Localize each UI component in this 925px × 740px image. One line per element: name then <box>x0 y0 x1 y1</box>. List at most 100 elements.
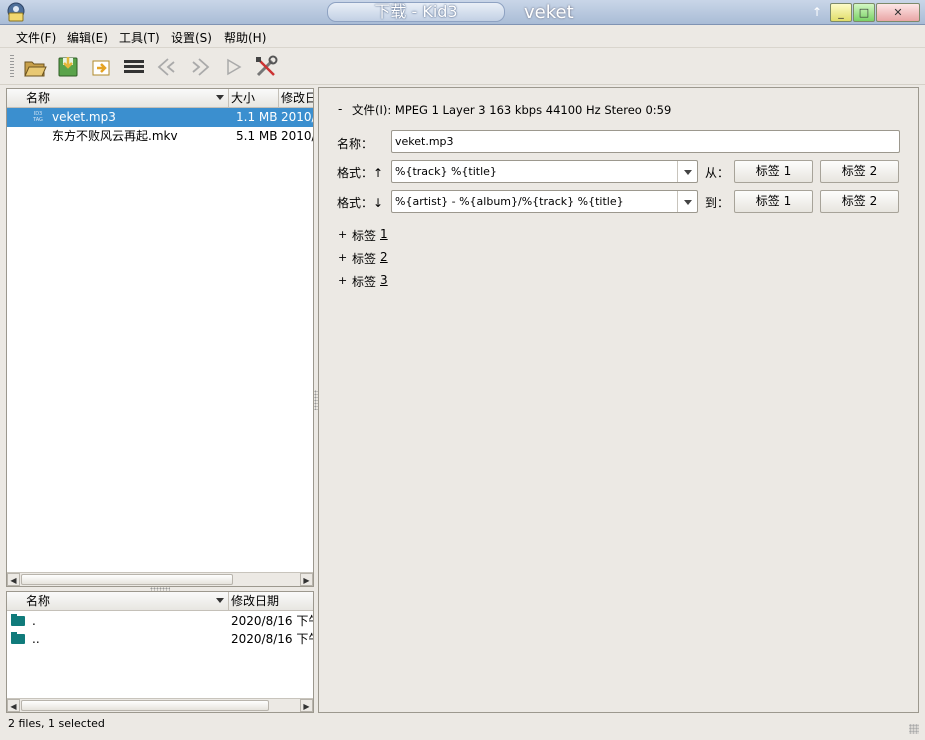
format-to-label: 格式：↓ <box>337 196 384 210</box>
menu-file[interactable]: 文件(F) <box>16 29 56 46</box>
scroll-right-arrow-icon[interactable]: ▶ <box>300 573 313 586</box>
file-row[interactable]: ID3 TAG veket.mp3 1.1 MB 2010/ <box>7 108 313 127</box>
sort-arrow-icon <box>216 598 224 603</box>
column-header-date-label: 修改日 <box>281 91 314 105</box>
menu-help[interactable]: 帮助(H) <box>224 29 266 46</box>
sort-arrow-icon <box>216 95 224 100</box>
format-from-label: 格式：↑ <box>337 166 384 180</box>
file-list-hscrollbar[interactable]: ◀ ▶ <box>7 572 313 586</box>
file-info-label: 文件(I): MPEG 1 Layer 3 163 kbps 44100 Hz … <box>352 103 672 117</box>
file-name: 东方不败风云再起.mkv <box>52 129 178 143</box>
to-tag2-button[interactable]: 标签 2 <box>820 190 899 213</box>
close-button[interactable]: ✕ <box>876 3 920 22</box>
window-title-secondary: veket <box>524 2 574 23</box>
expand-icon: + <box>338 228 348 241</box>
kid3-app-icon[interactable] <box>4 2 28 23</box>
menu-settings[interactable]: 设置(S) <box>171 29 212 46</box>
dir-name: . <box>32 614 36 628</box>
window-title: 下载 - Kid3 <box>327 2 505 22</box>
dir-row[interactable]: .. 2020/8/16 下午 <box>7 630 313 649</box>
save-icon[interactable] <box>55 54 81 80</box>
filename-input-value: veket.mp3 <box>395 135 454 148</box>
resize-grip[interactable] <box>909 724 919 734</box>
scroll-left-arrow-icon[interactable]: ◀ <box>7 573 20 586</box>
folder-icon <box>11 614 25 626</box>
format-from-value: %{track} %{title} <box>395 165 497 178</box>
to-label: 到： <box>705 196 730 210</box>
tag2-section-label: 标签 <box>352 252 377 266</box>
minimize-icon: _ <box>838 6 844 19</box>
file-name: veket.mp3 <box>52 110 116 124</box>
from-tag2-button[interactable]: 标签 2 <box>820 160 899 183</box>
file-size: 1.1 MB <box>236 110 278 124</box>
tag2-section-number: 2 <box>380 250 388 264</box>
menu-bar: 文件(F) 编辑(E) 工具(T) 设置(S) 帮助(H) <box>0 26 925 48</box>
to-tag1-button[interactable]: 标签 1 <box>734 190 813 213</box>
from-label: 从： <box>705 166 730 180</box>
close-icon: ✕ <box>893 6 903 19</box>
tag1-section-number: 1 <box>380 227 388 241</box>
tag1-section-label: 标签 <box>352 229 377 243</box>
dir-list-hscrollbar[interactable]: ◀ ▶ <box>7 698 313 712</box>
column-header-size[interactable]: 大小 <box>229 89 279 108</box>
column-header-name-label: 名称 <box>26 91 51 105</box>
dir-name: .. <box>32 632 40 646</box>
toolbar <box>0 49 925 85</box>
file-row[interactable]: 东方不败风云再起.mkv 5.1 MB 2010/ <box>7 127 313 146</box>
column-header-name[interactable]: 名称 <box>7 89 229 108</box>
tag-editor-panel: - 文件(I): MPEG 1 Layer 3 163 kbps 44100 H… <box>318 87 919 713</box>
maximize-button[interactable]: □ <box>853 3 875 22</box>
filename-input[interactable]: veket.mp3 <box>391 130 900 153</box>
play-icon[interactable] <box>220 54 246 80</box>
tag3-section-number: 3 <box>380 273 388 287</box>
revert-icon[interactable] <box>88 54 114 80</box>
file-list-panel: 名称 大小 修改日 ID3 TAG veket.mp3 1.1 MB 2010/ … <box>6 88 314 587</box>
expand-icon: + <box>338 251 348 264</box>
maximize-icon: □ <box>858 6 870 19</box>
next-icon[interactable] <box>187 54 213 80</box>
menu-tools[interactable]: 工具(T) <box>119 29 160 46</box>
dir-date: 2020/8/16 下午 <box>231 614 313 628</box>
scroll-right-arrow-icon[interactable]: ▶ <box>300 699 313 712</box>
dir-row[interactable]: . 2020/8/16 下午 <box>7 612 313 631</box>
from-tag1-button[interactable]: 标签 1 <box>734 160 813 183</box>
dir-list-panel: 名称 修改日期 . 2020/8/16 下午 .. 2020/8/16 下午 ◀… <box>6 591 314 713</box>
dir-column-header-name-label: 名称 <box>26 594 51 608</box>
previous-icon[interactable] <box>154 54 180 80</box>
dir-column-header-date-label: 修改日期 <box>231 594 280 608</box>
dir-date: 2020/8/16 下午 <box>231 632 313 646</box>
dir-column-header-name[interactable]: 名称 <box>7 592 229 611</box>
format-to-combo[interactable]: %{artist} - %{album}/%{track} %{title} <box>391 190 698 213</box>
chevron-down-icon[interactable] <box>677 161 697 182</box>
tag3-section-label: 标签 <box>352 275 377 289</box>
file-section-toggle[interactable]: - <box>338 102 342 116</box>
expand-icon: + <box>338 274 348 287</box>
format-from-combo[interactable]: %{track} %{title} <box>391 160 698 183</box>
scroll-thumb[interactable] <box>21 700 269 711</box>
tag1-section-toggle[interactable]: + 标签 1 <box>338 227 418 245</box>
title-bar: 下载 - Kid3 veket ↑ _ □ ✕ <box>0 0 925 25</box>
mp3-file-icon: ID3 TAG <box>33 111 43 123</box>
column-header-date[interactable]: 修改日 <box>279 89 314 108</box>
dir-column-header-date[interactable]: 修改日期 <box>229 592 313 611</box>
menu-edit[interactable]: 编辑(E) <box>67 29 108 46</box>
scroll-thumb[interactable] <box>21 574 233 585</box>
format-to-value: %{artist} - %{album}/%{track} %{title} <box>395 195 624 208</box>
toolbar-grip[interactable] <box>10 55 14 79</box>
open-folder-icon[interactable] <box>22 54 48 80</box>
tag3-section-toggle[interactable]: + 标签 3 <box>338 273 418 291</box>
column-header-size-label: 大小 <box>231 91 256 105</box>
file-size: 5.1 MB <box>236 129 278 143</box>
tag2-section-toggle[interactable]: + 标签 2 <box>338 250 418 268</box>
status-bar-text: 2 files, 1 selected <box>8 717 105 730</box>
folder-icon <box>11 632 25 644</box>
minimize-button[interactable]: _ <box>830 3 852 22</box>
scroll-left-arrow-icon[interactable]: ◀ <box>7 699 20 712</box>
pin-button[interactable]: ↑ <box>810 4 824 20</box>
file-date: 2010/ <box>281 110 313 124</box>
list-icon[interactable] <box>121 54 147 80</box>
chevron-down-icon[interactable] <box>677 191 697 212</box>
file-date: 2010/ <box>281 129 313 143</box>
name-label: 名称： <box>337 137 374 151</box>
settings-tools-icon[interactable] <box>253 54 279 80</box>
